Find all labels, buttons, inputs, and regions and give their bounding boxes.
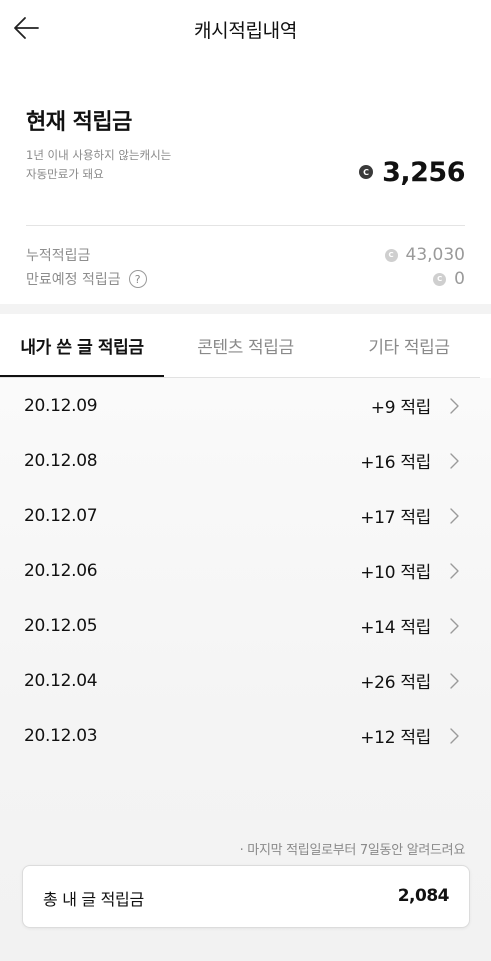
section-separator xyxy=(0,304,491,314)
coin-icon: C xyxy=(384,248,398,262)
item-date: 20.12.07 xyxy=(24,505,98,526)
history-list: 20.12.09 +9 적립 20.12.08 +16 적립 20.12.07 … xyxy=(0,378,491,961)
tab-etc[interactable]: 기타 적립금 xyxy=(327,314,491,377)
chevron-right-icon xyxy=(450,562,459,579)
tab-bar: 내가 쓴 글 적립금 콘텐츠 적립금 기타 적립금 xyxy=(0,314,491,378)
list-item[interactable]: 20.12.07 +17 적립 xyxy=(0,488,491,543)
app-header: 캐시적립내역 xyxy=(0,0,491,58)
chevron-right-icon xyxy=(450,727,459,744)
divider xyxy=(26,225,465,226)
notice-text: · 마지막 적립일로부터 7일동안 알려드려요 xyxy=(239,843,466,858)
item-date: 20.12.06 xyxy=(24,560,98,581)
expiring-row: 만료예정 적립금 ? C 0 xyxy=(26,268,465,290)
current-balance-title: 현재 적립금 xyxy=(26,110,132,135)
coin-icon: C xyxy=(359,165,374,179)
item-points: +10 적립 xyxy=(360,563,431,583)
expiry-description-line2: 자동만료가 돼요 xyxy=(26,167,104,181)
list-item[interactable]: 20.12.05 +14 적립 xyxy=(0,598,491,653)
tab-my-posts[interactable]: 내가 쓴 글 적립금 xyxy=(0,314,164,377)
total-label: 총 내 글 적립금 xyxy=(43,890,144,909)
chevron-right-icon xyxy=(450,672,459,689)
list-item[interactable]: 20.12.03 +12 적립 xyxy=(0,708,491,763)
item-points: +16 적립 xyxy=(360,453,431,473)
accumulated-label: 누적적립금 xyxy=(26,248,91,264)
chevron-right-icon xyxy=(450,397,459,414)
tab-contents[interactable]: 콘텐츠 적립금 xyxy=(164,314,327,377)
item-date: 20.12.03 xyxy=(24,725,98,746)
expiring-label: 만료예정 적립금 xyxy=(26,272,121,288)
item-points: +26 적립 xyxy=(360,673,431,693)
item-date: 20.12.08 xyxy=(24,450,98,471)
item-points: +17 적립 xyxy=(360,508,431,528)
chevron-right-icon xyxy=(450,507,459,524)
accumulated-amount: 43,030 xyxy=(405,245,465,265)
item-date: 20.12.04 xyxy=(24,670,98,691)
item-points: +12 적립 xyxy=(360,728,431,748)
expiring-label-wrap: 만료예정 적립금 ? xyxy=(26,269,147,289)
item-points: +14 적립 xyxy=(360,618,431,638)
current-balance: C 3,256 xyxy=(359,154,465,190)
item-date: 20.12.05 xyxy=(24,615,98,636)
item-date: 20.12.09 xyxy=(24,395,98,416)
expiring-value: C 0 xyxy=(433,269,465,289)
list-item[interactable]: 20.12.06 +10 적립 xyxy=(0,543,491,598)
expiry-description-line1: 1년 이내 사용하지 않는캐시는 xyxy=(26,148,172,162)
list-item[interactable]: 20.12.09 +9 적립 xyxy=(0,378,491,433)
chevron-right-icon xyxy=(450,452,459,469)
accumulated-row: 누적적립금 C 43,030 xyxy=(26,244,465,266)
page-title: 캐시적립내역 xyxy=(193,20,298,42)
total-summary-card: 총 내 글 적립금 2,084 xyxy=(22,865,470,928)
total-value: 2,084 xyxy=(397,886,450,906)
coin-icon: C xyxy=(433,272,447,286)
expiring-amount: 0 xyxy=(454,269,465,289)
chevron-right-icon xyxy=(450,617,459,634)
expiry-description: 1년 이내 사용하지 않는캐시는 자동만료가 돼요 xyxy=(26,146,216,184)
balance-summary: 현재 적립금 1년 이내 사용하지 않는캐시는 자동만료가 돼요 C 3,256… xyxy=(0,58,491,304)
accumulated-value: C 43,030 xyxy=(384,245,465,265)
current-balance-amount: 3,256 xyxy=(382,156,465,188)
help-icon[interactable]: ? xyxy=(128,270,147,288)
item-points: +9 적립 xyxy=(370,398,432,418)
list-item[interactable]: 20.12.04 +26 적립 xyxy=(0,653,491,708)
list-item[interactable]: 20.12.08 +16 적립 xyxy=(0,433,491,488)
